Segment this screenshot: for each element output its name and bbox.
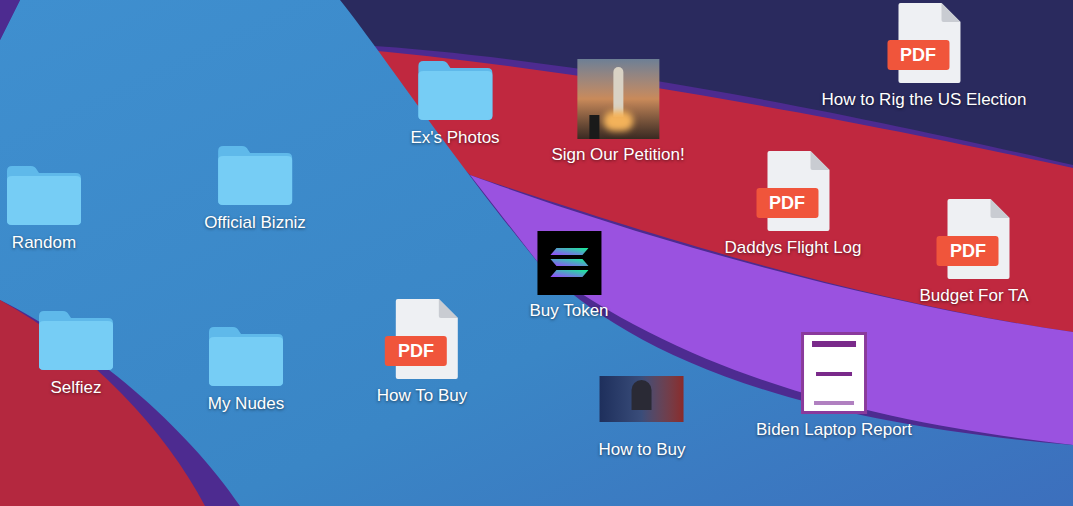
icon-label: Ex's Photos <box>410 128 499 148</box>
desktop-icon[interactable]: Biden Laptop Report <box>756 332 912 440</box>
desktop-icon[interactable]: Official Bizniz <box>204 143 306 233</box>
icon-label: Sign Our Petition! <box>551 145 684 165</box>
desktop-icon[interactable]: Buy Token <box>529 231 608 321</box>
folder-icon <box>207 324 285 388</box>
folder-icon <box>5 163 83 227</box>
pdf-badge: PDF <box>887 40 949 70</box>
desktop-icon[interactable]: How to Buy <box>599 364 686 460</box>
icon-label: Daddys Flight Log <box>724 238 861 258</box>
pdf-badge: PDF <box>756 188 818 218</box>
desktop-icon[interactable]: My Nudes <box>207 324 285 414</box>
petition-image <box>577 59 659 139</box>
icon-label: How To Buy <box>377 386 467 406</box>
pdf-icon: PDF <box>756 150 830 232</box>
desktop-icon[interactable]: Selfiez <box>37 308 115 398</box>
desktop-icon[interactable]: PDF How to Rig the US Election <box>821 2 1026 110</box>
desktop-icon[interactable]: Random <box>5 163 83 253</box>
video-thumbnail <box>600 376 684 422</box>
icon-label: Biden Laptop Report <box>756 420 912 440</box>
icon-label: Budget For TA <box>920 286 1029 306</box>
icon-label: My Nudes <box>208 394 285 414</box>
icon-label: How to Rig the US Election <box>821 90 1026 110</box>
folder-icon <box>416 58 494 122</box>
icon-label: Buy Token <box>529 301 608 321</box>
desktop-icon[interactable]: PDF How To Buy <box>377 298 467 406</box>
pdf-icon: PDF <box>887 2 961 84</box>
desktop-icon[interactable]: PDF Daddys Flight Log <box>724 150 861 258</box>
desktop-icon[interactable]: Sign Our Petition! <box>551 59 684 165</box>
folder-icon <box>216 143 294 207</box>
pdf-badge: PDF <box>937 236 999 266</box>
icon-label: Random <box>12 233 76 253</box>
pdf-icon: PDF <box>385 298 459 380</box>
pdf-icon: PDF <box>937 198 1011 280</box>
desktop: Random Official Bizniz Ex's Photos Sign Our… <box>0 0 1073 506</box>
desktop-icon[interactable]: PDF Budget For TA <box>920 198 1029 306</box>
icon-label: Official Bizniz <box>204 213 306 233</box>
token-icon <box>537 231 601 295</box>
pdf-badge: PDF <box>385 336 447 366</box>
report-cover-image <box>801 332 867 414</box>
desktop-icon[interactable]: Ex's Photos <box>410 58 499 148</box>
icon-label: Selfiez <box>50 378 101 398</box>
folder-icon <box>37 308 115 372</box>
icon-label: How to Buy <box>599 440 686 460</box>
